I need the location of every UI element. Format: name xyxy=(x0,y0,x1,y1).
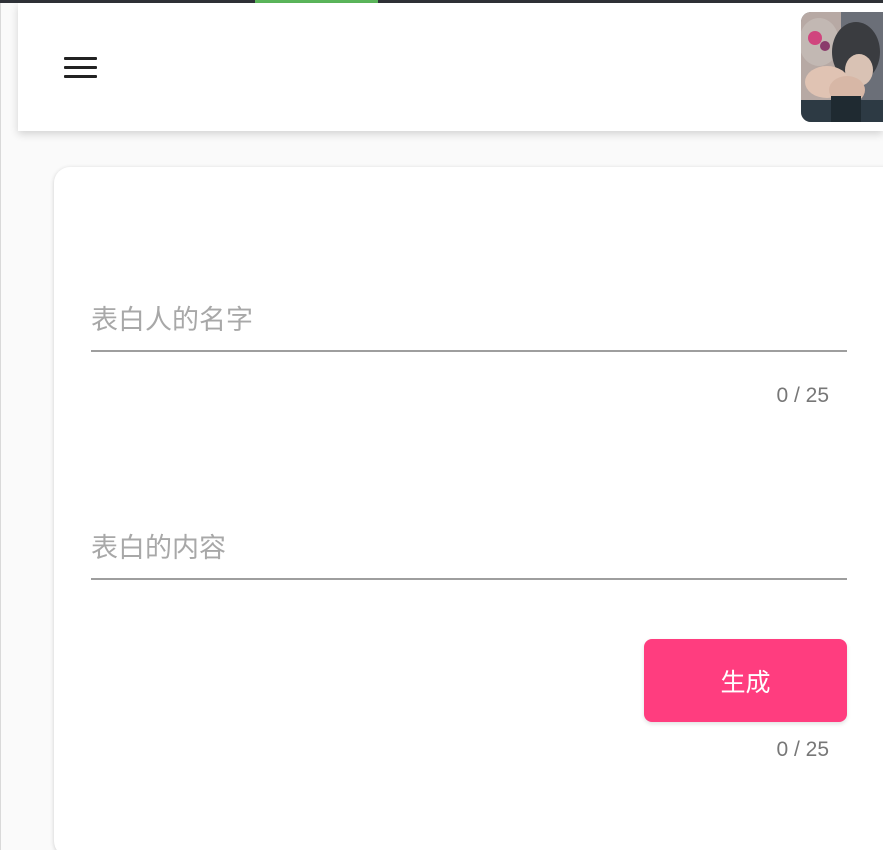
content-char-counter: 0 / 25 xyxy=(776,738,829,761)
menu-bar-top xyxy=(63,56,97,60)
generate-button[interactable]: 生成 xyxy=(644,639,847,722)
content-field-underline xyxy=(91,578,847,580)
name-field xyxy=(91,305,847,352)
menu-bar-middle xyxy=(63,65,97,69)
hamburger-menu-icon[interactable] xyxy=(58,47,102,87)
avatar-photo-icon xyxy=(801,12,883,122)
content-field xyxy=(91,533,847,580)
user-avatar[interactable] xyxy=(801,12,883,122)
app-page: 0 / 25 生成 0 / 25 xyxy=(0,0,883,850)
name-char-counter: 0 / 25 xyxy=(776,384,829,407)
confession-form-card: 0 / 25 生成 0 / 25 xyxy=(54,167,883,850)
name-input[interactable] xyxy=(91,305,847,350)
content-input[interactable] xyxy=(91,533,847,578)
menu-bar-bottom xyxy=(63,74,97,78)
left-divider xyxy=(0,3,1,850)
app-header xyxy=(18,3,883,131)
name-field-underline xyxy=(91,350,847,352)
